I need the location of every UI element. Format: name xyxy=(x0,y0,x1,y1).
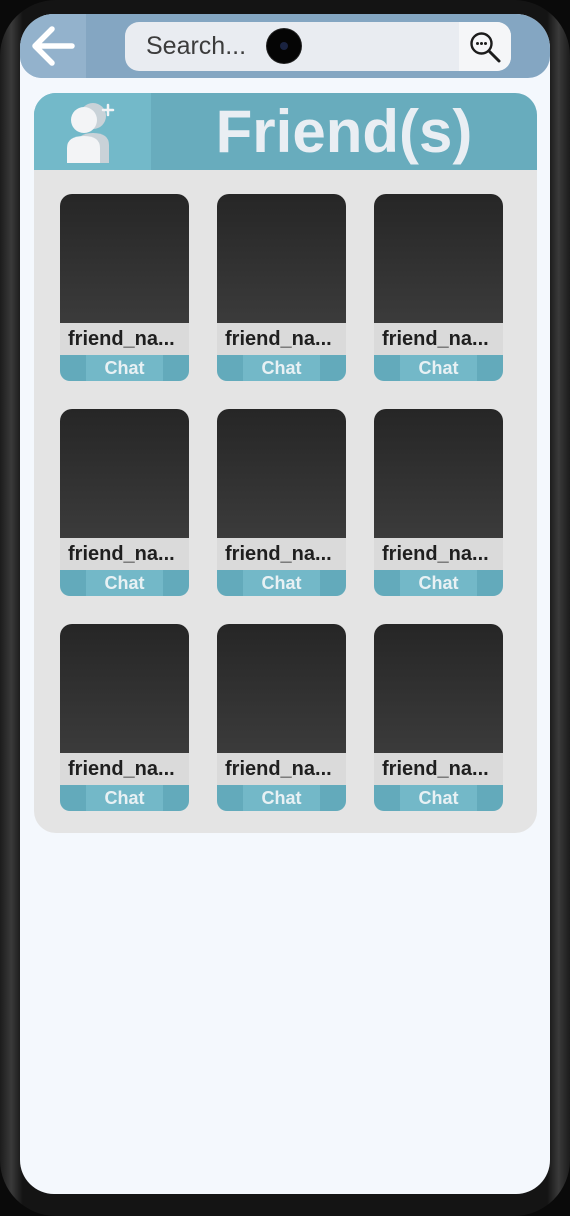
friend-name: friend_na... xyxy=(60,323,189,355)
friends-header: Friend(s) xyxy=(34,93,537,170)
friend-avatar[interactable] xyxy=(374,194,503,323)
search-box xyxy=(125,22,511,71)
chat-button[interactable]: Chat xyxy=(374,355,503,381)
friend-card: friend_na... Chat xyxy=(60,194,189,381)
back-button[interactable] xyxy=(20,14,86,78)
page-title: Friend(s) xyxy=(215,98,473,165)
friend-card: friend_na... Chat xyxy=(374,624,503,811)
friend-avatar[interactable] xyxy=(217,409,346,538)
friend-card: friend_na... Chat xyxy=(217,409,346,596)
search-button[interactable] xyxy=(459,22,511,71)
app-screen: Friend(s) friend_na... Chat friend_na...… xyxy=(20,14,550,1194)
friend-avatar[interactable] xyxy=(217,194,346,323)
chat-button[interactable]: Chat xyxy=(374,785,503,811)
arrow-left-icon xyxy=(32,26,75,66)
magnifier-icon xyxy=(470,31,501,62)
chat-button[interactable]: Chat xyxy=(217,785,346,811)
top-bar xyxy=(20,14,550,78)
friend-name: friend_na... xyxy=(217,323,346,355)
friend-card: friend_na... Chat xyxy=(374,409,503,596)
friend-avatar[interactable] xyxy=(374,409,503,538)
friend-name: friend_na... xyxy=(60,538,189,570)
friend-name: friend_na... xyxy=(217,538,346,570)
friend-name: friend_na... xyxy=(374,538,503,570)
add-friend-icon[interactable] xyxy=(34,93,151,170)
friend-avatar[interactable] xyxy=(60,624,189,753)
chat-button[interactable]: Chat xyxy=(217,570,346,596)
friend-card: friend_na... Chat xyxy=(60,409,189,596)
friend-avatar[interactable] xyxy=(60,409,189,538)
friend-name: friend_na... xyxy=(374,753,503,785)
friend-card: friend_na... Chat xyxy=(60,624,189,811)
friend-card: friend_na... Chat xyxy=(374,194,503,381)
chat-button[interactable]: Chat xyxy=(60,785,189,811)
friend-avatar[interactable] xyxy=(374,624,503,753)
chat-button[interactable]: Chat xyxy=(374,570,503,596)
friend-avatar[interactable] xyxy=(217,624,346,753)
chat-button[interactable]: Chat xyxy=(60,355,189,381)
friend-name: friend_na... xyxy=(217,753,346,785)
front-camera xyxy=(267,29,301,63)
phone-frame: Friend(s) friend_na... Chat friend_na...… xyxy=(0,0,570,1216)
friends-panel: Friend(s) friend_na... Chat friend_na...… xyxy=(34,93,537,833)
chat-button[interactable]: Chat xyxy=(60,570,189,596)
friend-name: friend_na... xyxy=(374,323,503,355)
friend-card: friend_na... Chat xyxy=(217,194,346,381)
friend-avatar[interactable] xyxy=(60,194,189,323)
chat-button[interactable]: Chat xyxy=(217,355,346,381)
friend-name: friend_na... xyxy=(60,753,189,785)
friend-card: friend_na... Chat xyxy=(217,624,346,811)
